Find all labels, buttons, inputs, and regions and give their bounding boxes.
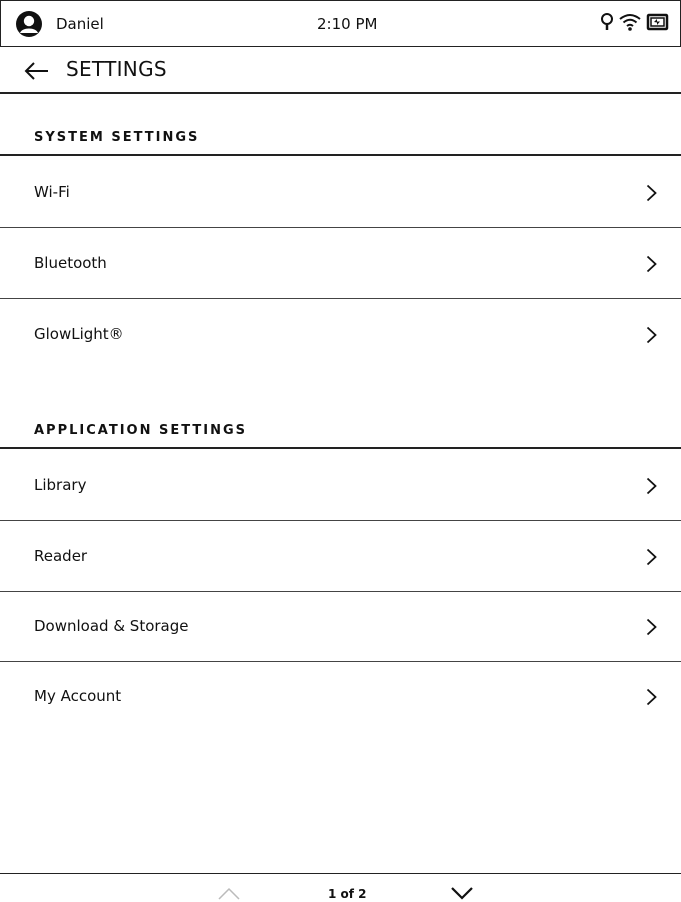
settings-item-bluetooth[interactable]: Bluetooth — [0, 228, 681, 299]
status-icons — [600, 12, 670, 32]
chevron-right-icon — [646, 477, 657, 495]
wifi-icon — [619, 14, 641, 31]
chevron-right-icon — [646, 618, 657, 636]
back-arrow-icon[interactable] — [24, 61, 50, 81]
clock: 2:10 PM — [317, 15, 378, 33]
chevron-right-icon — [646, 255, 657, 273]
pagination-footer: 1 of 2 — [0, 873, 681, 902]
section-header-application: APPLICATION SETTINGS — [0, 417, 681, 449]
user-name: Daniel — [56, 15, 104, 33]
glowlight-bulb-icon — [601, 13, 613, 30]
nav-header: SETTINGS — [0, 47, 681, 94]
chevron-right-icon — [646, 688, 657, 706]
settings-item-wifi[interactable]: Wi-Fi — [0, 157, 681, 228]
page-indicator: 1 of 2 — [328, 887, 367, 901]
chevron-up-icon — [218, 887, 240, 900]
chevron-right-icon — [646, 184, 657, 202]
section-header-system: SYSTEM SETTINGS — [0, 124, 681, 156]
battery-charging-icon — [646, 13, 669, 31]
settings-item-label: Download & Storage — [34, 617, 189, 635]
chevron-right-icon — [646, 548, 657, 566]
settings-item-my-account[interactable]: My Account — [0, 661, 681, 732]
settings-item-label: Library — [34, 476, 87, 494]
settings-item-library[interactable]: Library — [0, 450, 681, 521]
settings-item-glowlight[interactable]: GlowLight® — [0, 299, 681, 370]
page-title: SETTINGS — [66, 57, 167, 81]
settings-item-download-storage[interactable]: Download & Storage — [0, 591, 681, 662]
settings-item-label: Bluetooth — [34, 254, 107, 272]
section-title: APPLICATION SETTINGS — [34, 423, 248, 438]
settings-item-label: My Account — [34, 687, 122, 705]
settings-item-reader[interactable]: Reader — [0, 521, 681, 592]
status-bar: Daniel 2:10 PM — [0, 0, 681, 47]
settings-item-label: Reader — [34, 547, 88, 565]
settings-item-label: Wi-Fi — [34, 183, 70, 201]
settings-item-label: GlowLight® — [34, 325, 124, 343]
avatar-icon[interactable] — [15, 10, 43, 38]
section-title: SYSTEM SETTINGS — [34, 130, 200, 145]
chevron-down-icon[interactable] — [450, 885, 474, 901]
chevron-right-icon — [646, 326, 657, 344]
